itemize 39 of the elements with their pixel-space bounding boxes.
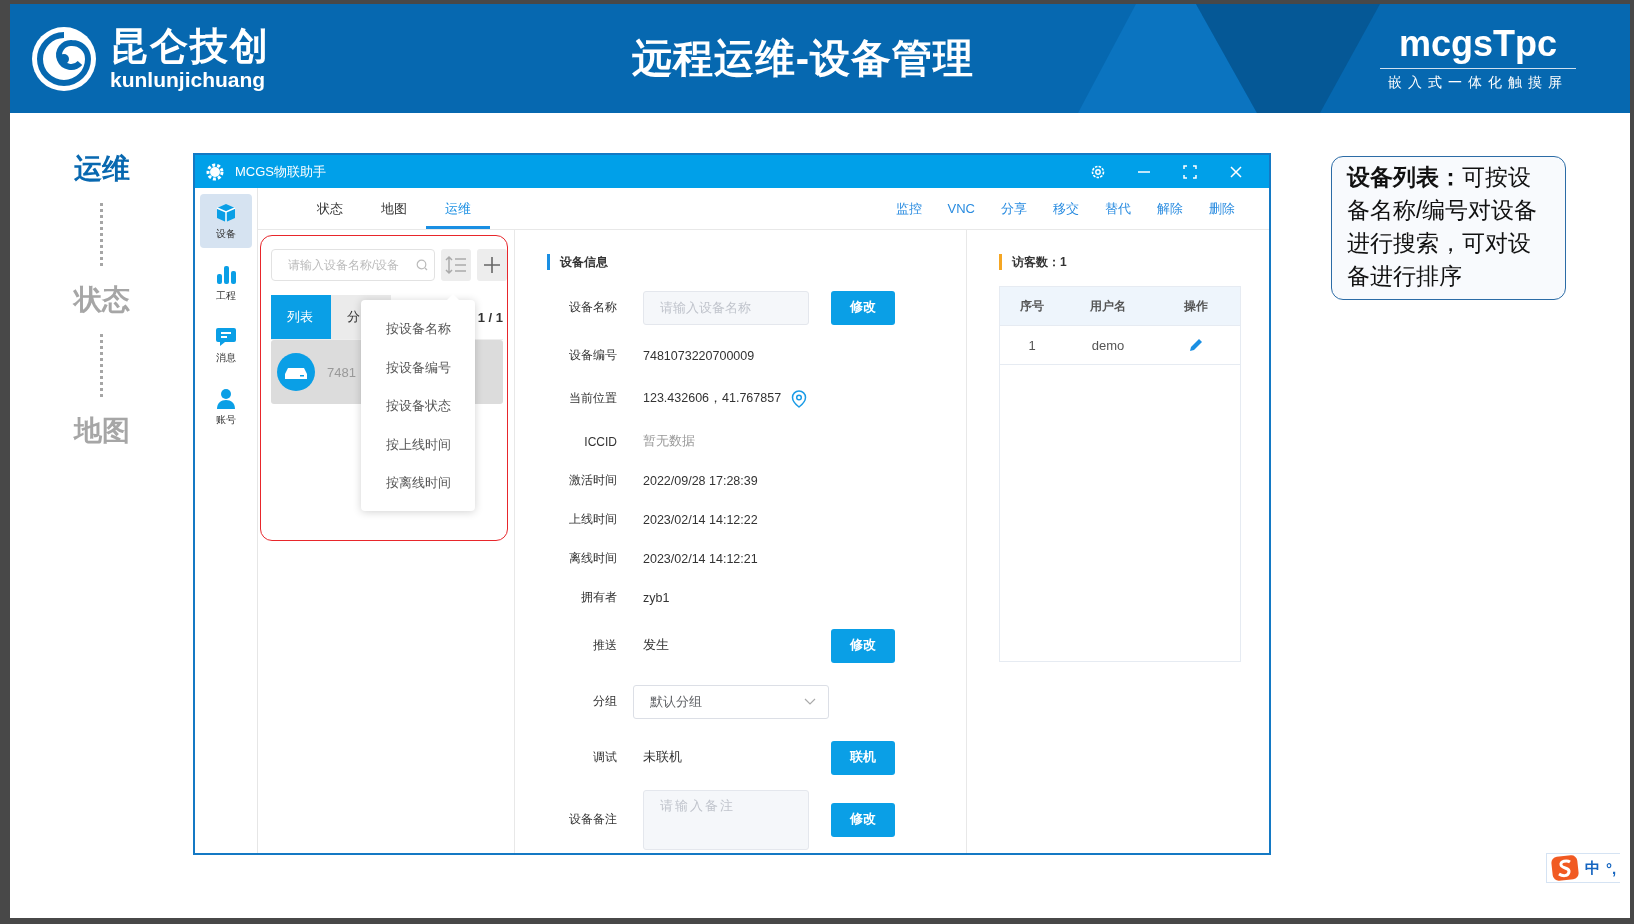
section-title: 访客数：1	[1012, 253, 1067, 271]
callout-text: 设备列表：可按设备名称/编号对设备进行搜索，可对设备进行排序	[1347, 163, 1539, 291]
field-value: 2023/02/14 14:12:21	[643, 551, 758, 566]
field-label: 分组	[592, 693, 617, 710]
table-cell-text: 1	[1027, 337, 1037, 353]
field-label: ICCID	[583, 434, 617, 449]
slide-title: 远程运维-设备管理	[631, 35, 975, 82]
field-label: 激活时间	[568, 472, 617, 489]
table-cell-text: demo	[1090, 337, 1126, 353]
field-label: 设备备注	[568, 811, 617, 828]
field-label: 上线时间	[568, 511, 617, 528]
field-value: 未联机	[643, 749, 682, 766]
field-label: 当前位置	[568, 390, 617, 407]
field-label: 设备名称	[568, 299, 617, 316]
window-title: MCGS物联助手	[235, 162, 326, 181]
field-value: 暂无数据	[643, 433, 695, 450]
step-label: 运维	[73, 153, 130, 185]
logo-subtext: kunlunjichuang	[110, 69, 267, 90]
field-value: 123.432606，41.767857	[643, 390, 782, 407]
step-label: 地图	[73, 415, 130, 447]
field-value: 7481073220700009	[643, 348, 755, 363]
brand-logo: mcgsTpc	[1380, 25, 1576, 69]
field-label: 调试	[592, 749, 617, 766]
pagination: 1 / 1	[477, 309, 503, 325]
brand-subtitle: 嵌入式一体化触摸屏	[1388, 73, 1568, 92]
field-value: zyb1	[643, 590, 670, 605]
section-title: 设备信息	[560, 253, 608, 271]
step-label: 状态	[73, 284, 130, 316]
field-label: 离线时间	[568, 550, 617, 567]
logo-text: 昆仑技创	[110, 27, 270, 65]
field-value: 发生	[643, 637, 669, 654]
field-label: 设备编号	[568, 347, 617, 364]
column-header: 操作	[1183, 297, 1209, 315]
field-value: 2023/02/14 14:12:22	[643, 512, 758, 527]
field-label: 推送	[592, 637, 617, 654]
field-value: 2022/09/28 17:28:39	[643, 473, 758, 488]
column-header: 序号	[1019, 297, 1045, 315]
column-header: 用户名	[1089, 297, 1127, 315]
field-label: 拥有者	[580, 589, 617, 606]
